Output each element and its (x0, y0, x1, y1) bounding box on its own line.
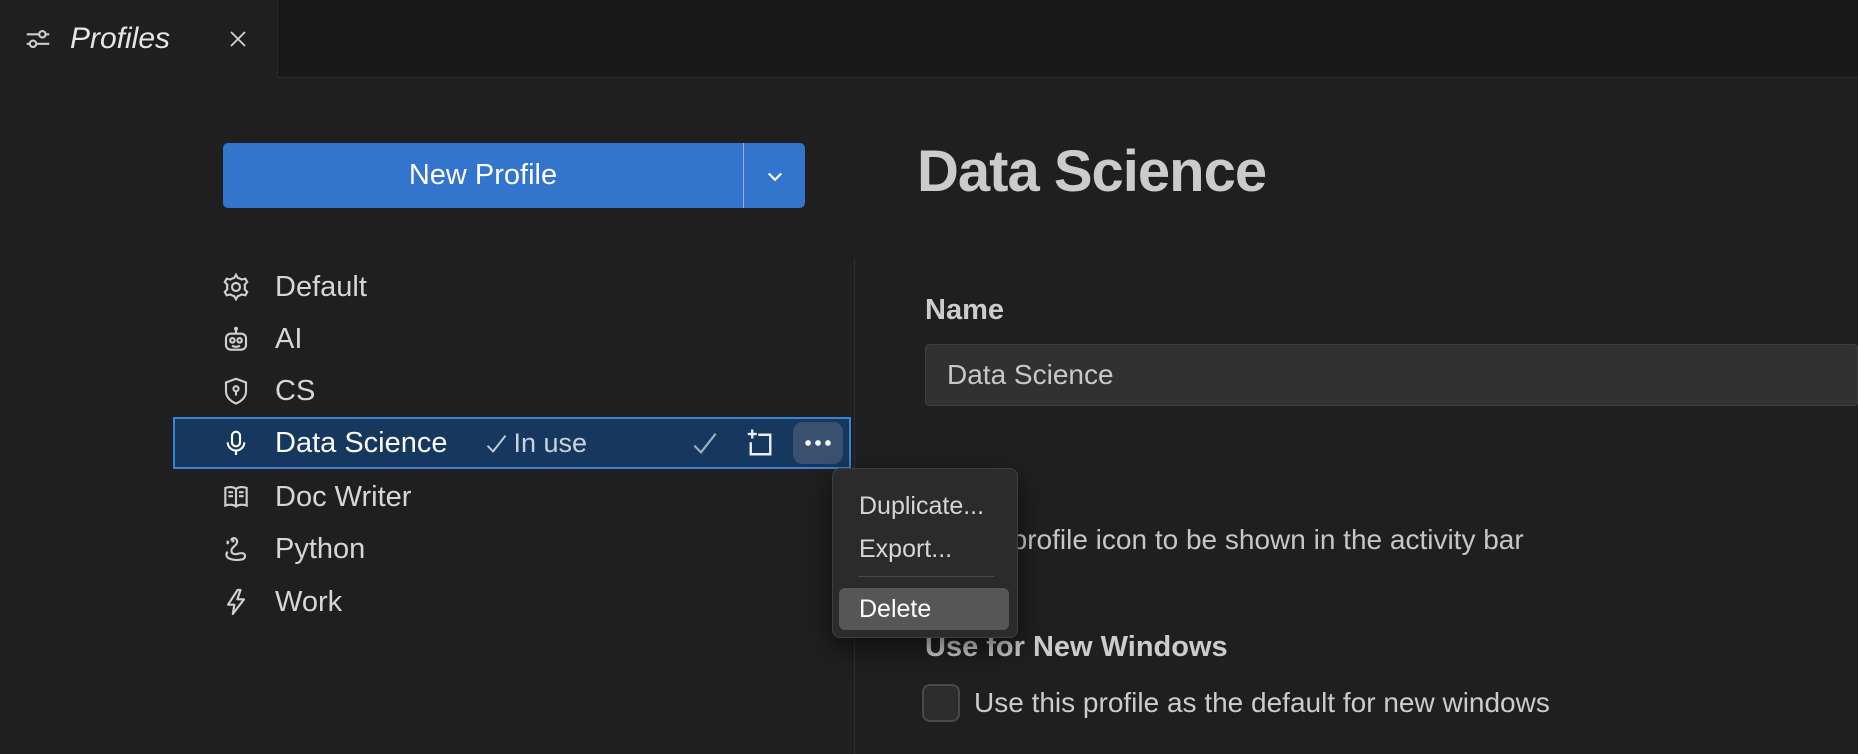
snake-icon (220, 533, 252, 565)
profile-name: Work (275, 586, 342, 619)
profile-list-item-ai[interactable]: AI (173, 313, 851, 365)
new-profile-split-button: New Profile (223, 143, 805, 208)
microphone-icon (220, 427, 252, 459)
tune-sliders-icon (22, 23, 54, 55)
new-profile-dropdown-button[interactable] (744, 143, 805, 208)
checkbox-label: Use this profile as the default for new … (974, 687, 1550, 719)
profile-context-menu: Duplicate... Export... Delete (832, 468, 1018, 638)
profiles-editor-window: Profiles New Profile Default (0, 0, 1858, 754)
name-field-label: Name (925, 294, 1004, 327)
profile-name-input[interactable] (925, 344, 1858, 406)
profile-name: Python (275, 533, 365, 566)
tab-title: Profiles (70, 22, 170, 56)
default-for-new-windows-row: Use this profile as the default for new … (922, 684, 1550, 722)
profile-list-item-doc-writer[interactable]: Doc Writer (173, 471, 851, 523)
new-profile-button[interactable]: New Profile (223, 143, 744, 208)
tab-bar: Profiles (0, 0, 1858, 78)
row-actions (685, 422, 849, 464)
lightning-bolt-icon (220, 586, 252, 618)
profile-detail-title: Data Science (917, 138, 1266, 205)
more-actions-button[interactable] (793, 422, 843, 464)
profile-list-item-work[interactable]: Work (173, 576, 851, 628)
menu-separator (858, 576, 994, 577)
new-window-with-profile-icon[interactable] (739, 423, 779, 463)
profile-name: AI (275, 323, 302, 356)
menu-item-export[interactable]: Export... (859, 532, 952, 566)
tab-profiles[interactable]: Profiles (0, 0, 278, 78)
profile-name: CS (275, 375, 315, 408)
robot-icon (220, 323, 252, 355)
menu-item-duplicate[interactable]: Duplicate... (859, 489, 984, 523)
gear-icon (220, 271, 252, 303)
profile-name: Data Science (275, 427, 448, 460)
profile-list-item-cs[interactable]: CS (173, 365, 851, 417)
profile-name: Default (275, 271, 367, 304)
profile-list-item-default[interactable]: Default (173, 261, 851, 313)
profile-name: Doc Writer (275, 481, 411, 514)
default-for-new-windows-checkbox[interactable] (922, 684, 960, 722)
close-icon[interactable] (221, 22, 255, 56)
chevron-down-icon (760, 161, 790, 191)
check-icon (483, 430, 510, 457)
menu-item-delete[interactable]: Delete (839, 588, 1009, 630)
profile-list-item-python[interactable]: Python (173, 523, 851, 575)
in-use-badge: In use (483, 428, 588, 459)
profile-list-item-data-science[interactable]: Data Science In use (173, 417, 851, 469)
shield-lock-icon (220, 375, 252, 407)
use-profile-check-icon[interactable] (685, 423, 725, 463)
book-icon (220, 481, 252, 513)
ellipsis-icon (801, 426, 835, 460)
